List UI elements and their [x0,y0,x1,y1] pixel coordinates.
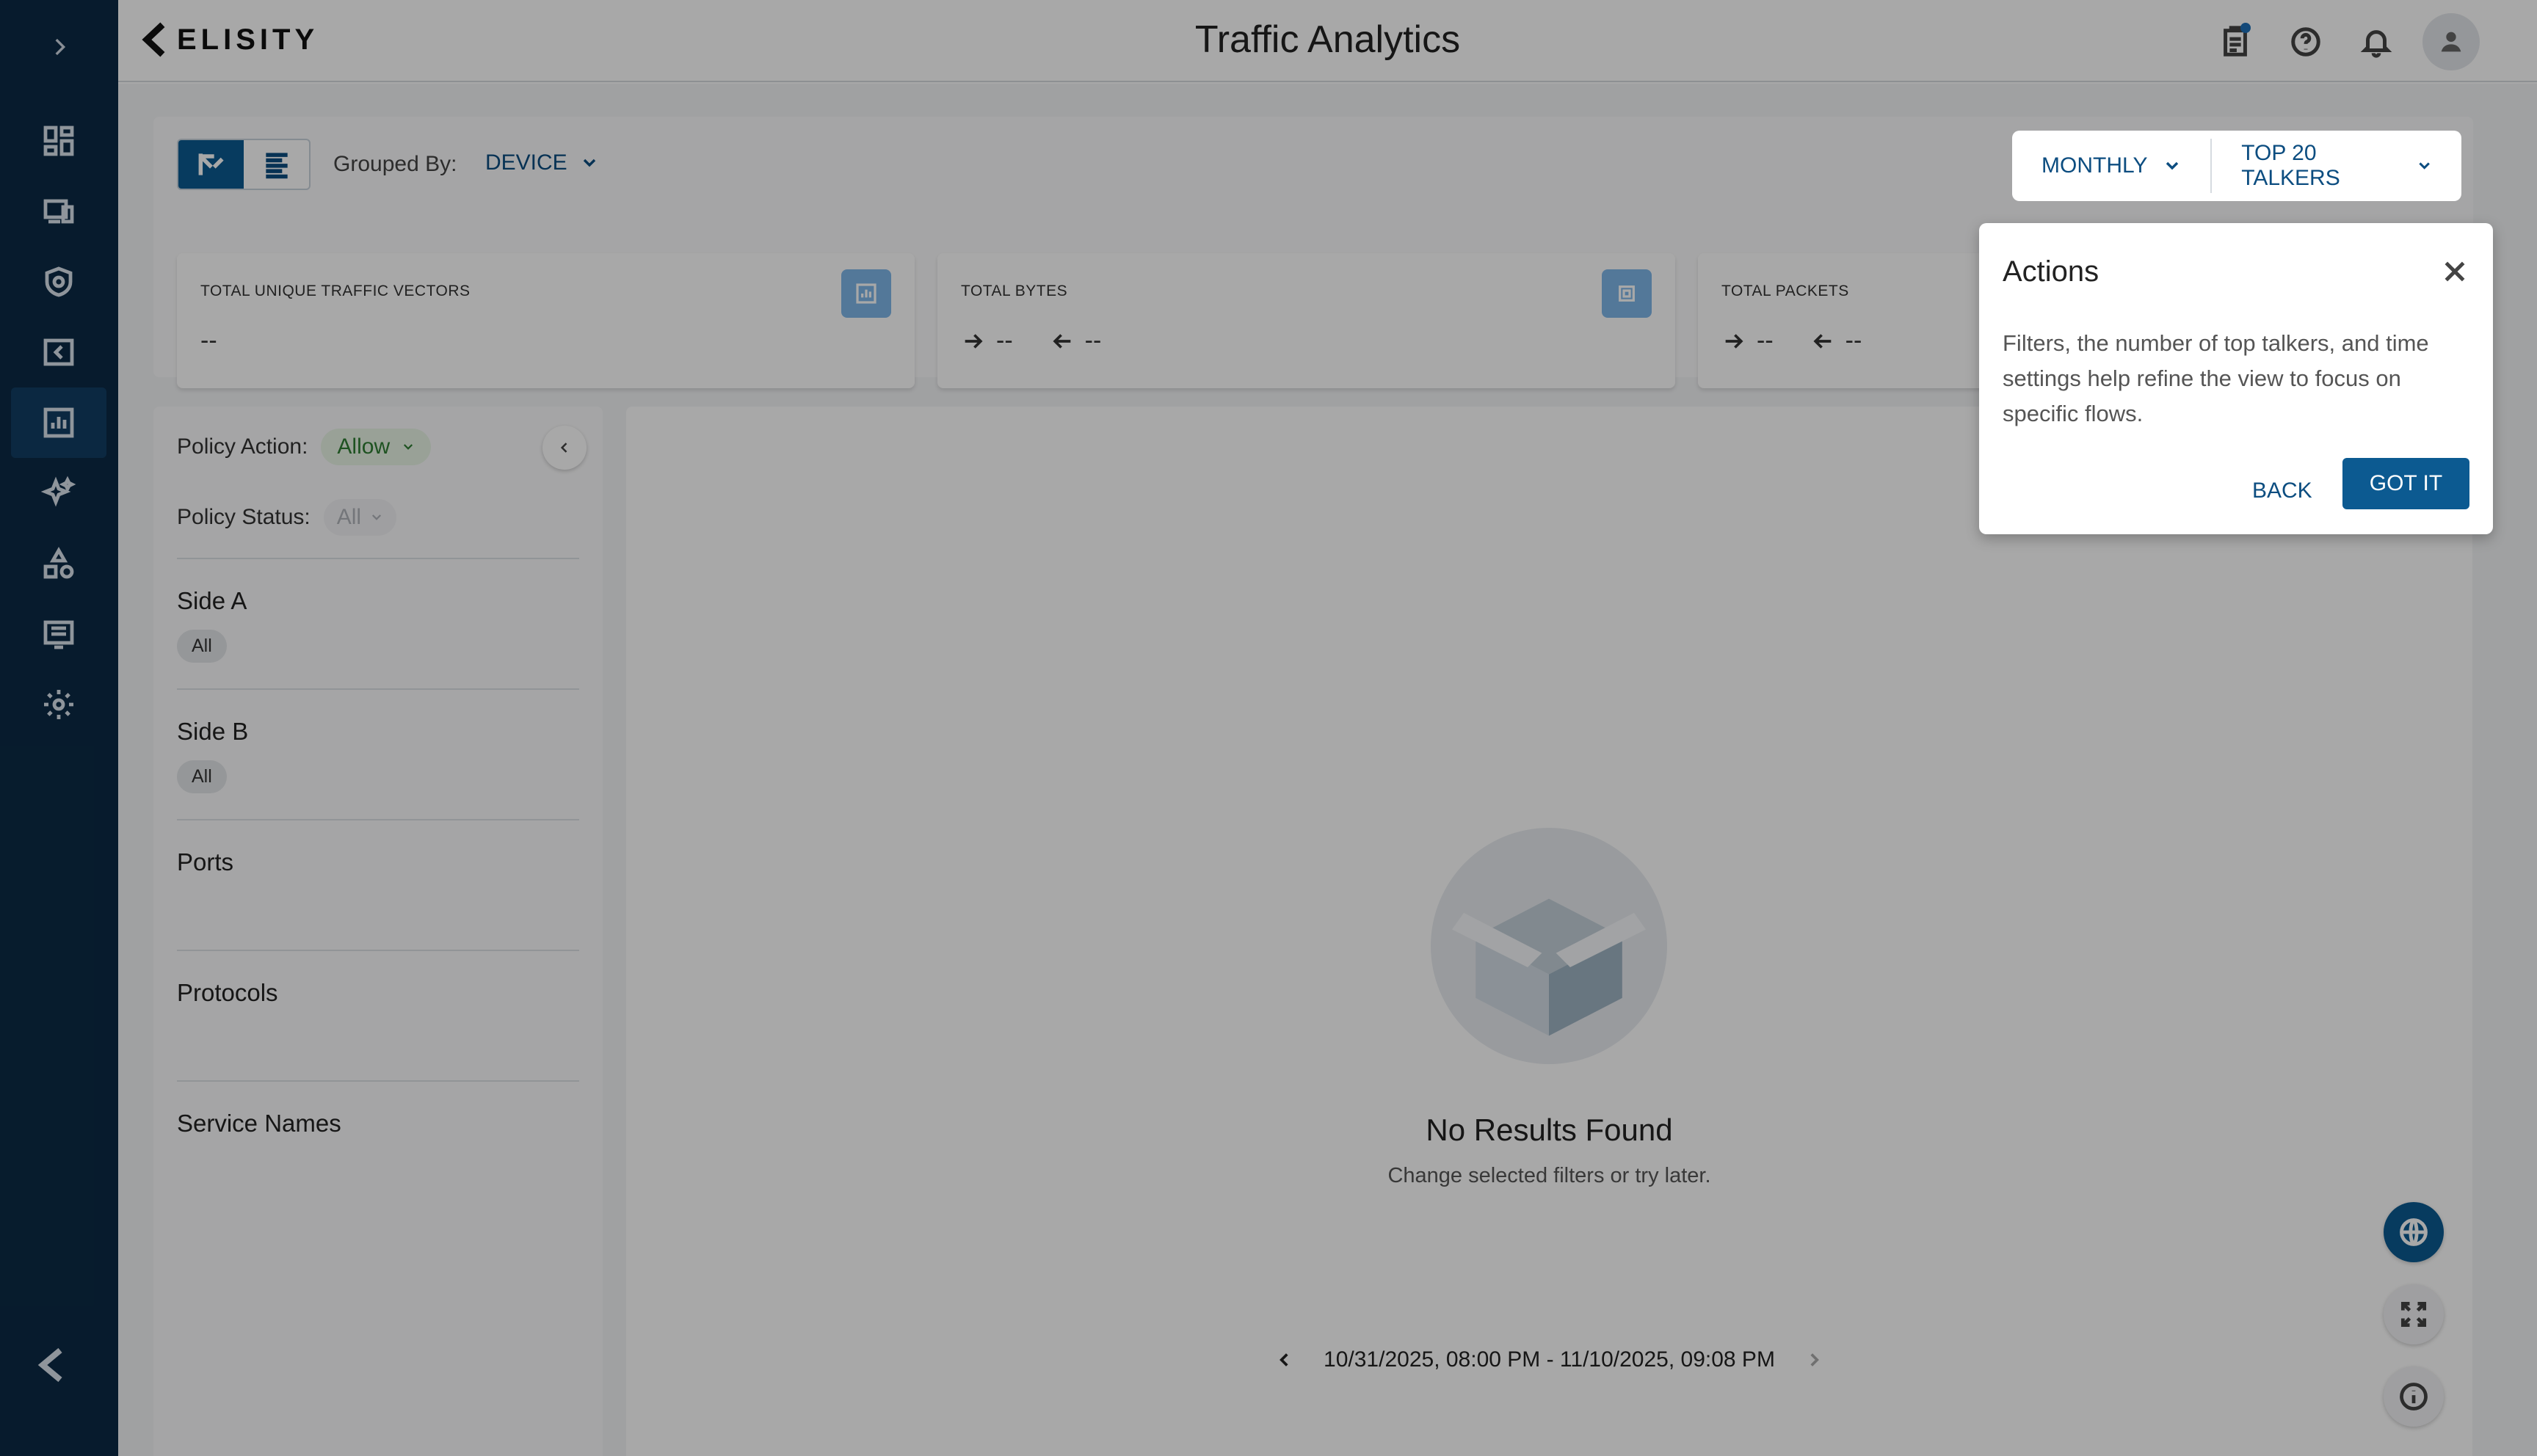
close-icon[interactable] [2440,257,2469,286]
period-dropdown[interactable]: MONTHLY [2012,131,2210,201]
period-value: MONTHLY [2041,153,2148,178]
got-it-button[interactable]: GOT IT [2342,458,2469,509]
popover-body: Filters, the number of top talkers, and … [2003,330,2429,426]
tour-overlay [0,0,2537,1456]
period-talkers-filter-card: MONTHLY TOP 20 TALKERS [2012,131,2461,201]
tour-popover: Actions Filters, the number of top talke… [1979,223,2493,534]
top-talkers-dropdown[interactable]: TOP 20 TALKERS [2212,131,2461,201]
back-button[interactable]: BACK [2249,473,2315,509]
chevron-down-icon [2166,161,2179,170]
top-talkers-value: TOP 20 TALKERS [2241,141,2340,190]
chevron-down-icon [2419,162,2430,170]
popover-title: Actions [2003,255,2099,288]
